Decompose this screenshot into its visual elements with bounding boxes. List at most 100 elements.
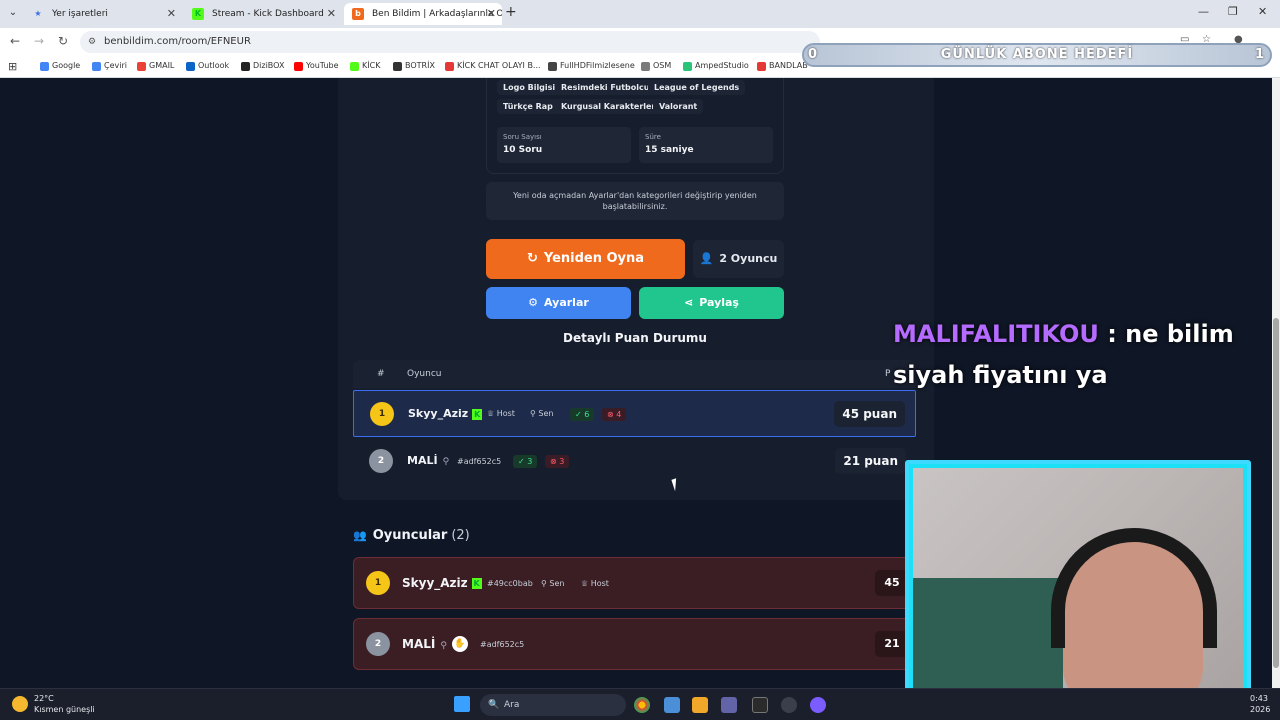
share-button[interactable]: ⋖ Paylaş: [639, 287, 784, 319]
rank-badge: 1: [366, 571, 390, 595]
obs-icon[interactable]: [781, 697, 797, 713]
tab-kick-dashboard[interactable]: K Stream - Kick Dashboard ✕: [184, 3, 342, 25]
question-count-label: Soru Sayısı: [503, 133, 542, 141]
tab-search-chevron-icon[interactable]: ⌄: [4, 4, 22, 22]
replay-button[interactable]: ↻ Yeniden Oyna: [486, 239, 685, 279]
close-icon[interactable]: ✕: [487, 3, 496, 25]
avatar: ✋: [452, 636, 468, 652]
rank-badge: 1: [370, 402, 394, 426]
bookmark-item[interactable]: GMAIL: [137, 61, 174, 71]
user-icon: 👤: [699, 252, 714, 265]
goal-title: GÜNLÜK ABONE HEDEFİ: [940, 47, 1134, 62]
bookmark-item[interactable]: BANDLAB: [757, 61, 808, 71]
close-icon[interactable]: ✕: [167, 3, 176, 25]
player-card[interactable]: 1 Skyy_Aziz K #49cc0bab ⚲ Sen ♕ Host 45: [353, 557, 916, 609]
category-pill: Valorant: [653, 99, 704, 114]
chrome-icon[interactable]: [634, 697, 650, 713]
page-scrollbar[interactable]: [1272, 78, 1280, 688]
taskbar-search-input[interactable]: 🔍 Ara: [480, 694, 626, 716]
system-clock[interactable]: 0:43 2026: [1250, 693, 1270, 715]
kick-icon: K: [192, 8, 204, 20]
player-card[interactable]: 2 MALİ ⚲ ✋ #adf652c5 21: [353, 618, 916, 670]
weather-widget[interactable]: 22°C Kısmen güneşli: [12, 693, 95, 715]
category-pill: Logo Bilgisi: [497, 80, 562, 95]
users-icon: 👥: [353, 529, 367, 542]
webcam-background-blanket: [913, 578, 1063, 706]
bookmark-item[interactable]: KİCK: [350, 61, 380, 71]
rank-badge: 2: [369, 449, 393, 473]
table-header: # Oyuncu P: [353, 360, 916, 388]
translate-icon: [92, 62, 101, 71]
gmail-icon: [137, 62, 146, 71]
table-row[interactable]: 2 MALİ ⚲ #adf652c5 ✓ 3 ⊗ 3 21 puan: [353, 438, 916, 485]
player-id: #49cc0bab: [487, 579, 533, 588]
player-name: MALİ ⚲: [402, 637, 447, 651]
rank-header: #: [377, 369, 385, 379]
url-input[interactable]: ⚙ benbildim.com/room/EFNEUR: [80, 31, 820, 53]
player-score: 21: [875, 631, 909, 657]
back-icon[interactable]: ←: [10, 34, 20, 48]
bookmark-item[interactable]: KİCK CHAT OLAYI B...: [445, 61, 541, 71]
crown-icon: ♕: [581, 579, 591, 588]
category-pill: League of Legends: [648, 80, 746, 95]
bookmark-item[interactable]: BOTRİX: [393, 61, 435, 71]
weather-sun-icon: [12, 696, 28, 712]
wrong-count: ⊗ 3: [545, 455, 570, 468]
tab-benbildim[interactable]: b Ben Bildim | Arkadaşlarınla Onl ✕: [344, 3, 502, 25]
settings-button[interactable]: ⚙ Ayarlar: [486, 287, 631, 319]
close-icon[interactable]: ✕: [327, 3, 336, 25]
kick-icon: K: [472, 408, 483, 420]
bookmark-item[interactable]: Outlook: [186, 61, 229, 71]
teams-icon[interactable]: [721, 697, 737, 713]
host-tag: ♕ Host: [487, 409, 515, 418]
star-icon: ★: [34, 9, 42, 18]
webcam-overlay: [905, 460, 1251, 714]
search-icon: 🔍: [488, 700, 500, 710]
bookmark-item[interactable]: OSM: [641, 61, 671, 71]
category-pill: Türkçe Rap: [497, 99, 559, 114]
kick-icon: [350, 62, 359, 71]
minimize-icon[interactable]: —: [1198, 5, 1209, 18]
url-text: benbildim.com/room/EFNEUR: [104, 36, 251, 47]
bandlab-icon: [757, 62, 766, 71]
benbildim-icon: b: [352, 8, 364, 20]
close-window-icon[interactable]: ✕: [1258, 5, 1267, 18]
epic-games-icon[interactable]: [752, 697, 768, 713]
kick-icon: K: [471, 578, 482, 589]
tab-bookmarks[interactable]: ★ Yer işaretleri ✕: [24, 3, 182, 25]
bookmark-item[interactable]: Çeviri: [92, 61, 127, 71]
new-tab-button[interactable]: +: [505, 4, 517, 20]
apps-grid-icon[interactable]: ⊞: [8, 60, 17, 73]
weather-desc: Kısmen güneşli: [34, 705, 95, 714]
bookmark-item[interactable]: YouTube: [294, 61, 339, 71]
dizibox-icon: [241, 62, 250, 71]
x-circle-icon: ⊗: [550, 457, 560, 466]
subscriber-goal-overlay: 0 GÜNLÜK ABONE HEDEFİ 1: [802, 43, 1272, 67]
category-pill: Resimdeki Futbolcu: [555, 80, 656, 95]
botrix-icon: [393, 62, 402, 71]
forward-icon[interactable]: →: [34, 34, 44, 48]
site-info-icon[interactable]: ⚙: [88, 31, 96, 53]
restore-icon[interactable]: ❐: [1228, 5, 1238, 18]
host-tag: ♕ Host: [581, 579, 609, 588]
bookmark-item[interactable]: FullHDFilmizlesene: [548, 61, 635, 71]
bookmark-item[interactable]: AmpedStudio: [683, 61, 749, 71]
table-row[interactable]: 1 Skyy_Aziz K ♕ Host ⚲ Sen ✓ 6 ⊗ 4 45 pua…: [353, 390, 916, 437]
user-icon: ⚲: [442, 457, 450, 467]
tab-strip: ⌄ ★ Yer işaretleri ✕ K Stream - Kick Das…: [0, 0, 1280, 28]
bookmark-item[interactable]: DiziBOX: [241, 61, 284, 71]
settings-hint: Yeni oda açmadan Ayarlar'dan kategoriler…: [486, 182, 784, 220]
mail-icon[interactable]: [664, 697, 680, 713]
bookmark-item[interactable]: Google: [40, 61, 80, 71]
chat-line: MALIFALITIKOU : ne bilim: [893, 314, 1273, 355]
scrollbar-thumb[interactable]: [1273, 318, 1279, 668]
file-explorer-icon[interactable]: [692, 697, 708, 713]
kick-chat-icon: [445, 62, 454, 71]
outlook-icon: [186, 62, 195, 71]
chat-message: : ne bilim: [1107, 320, 1234, 348]
player-id: #adf652c5: [480, 640, 525, 649]
player-count-button[interactable]: 👤 2 Oyuncu: [693, 240, 784, 278]
app-icon[interactable]: [810, 697, 826, 713]
windows-start-icon[interactable]: [454, 696, 470, 712]
reload-icon[interactable]: ↻: [58, 34, 68, 48]
